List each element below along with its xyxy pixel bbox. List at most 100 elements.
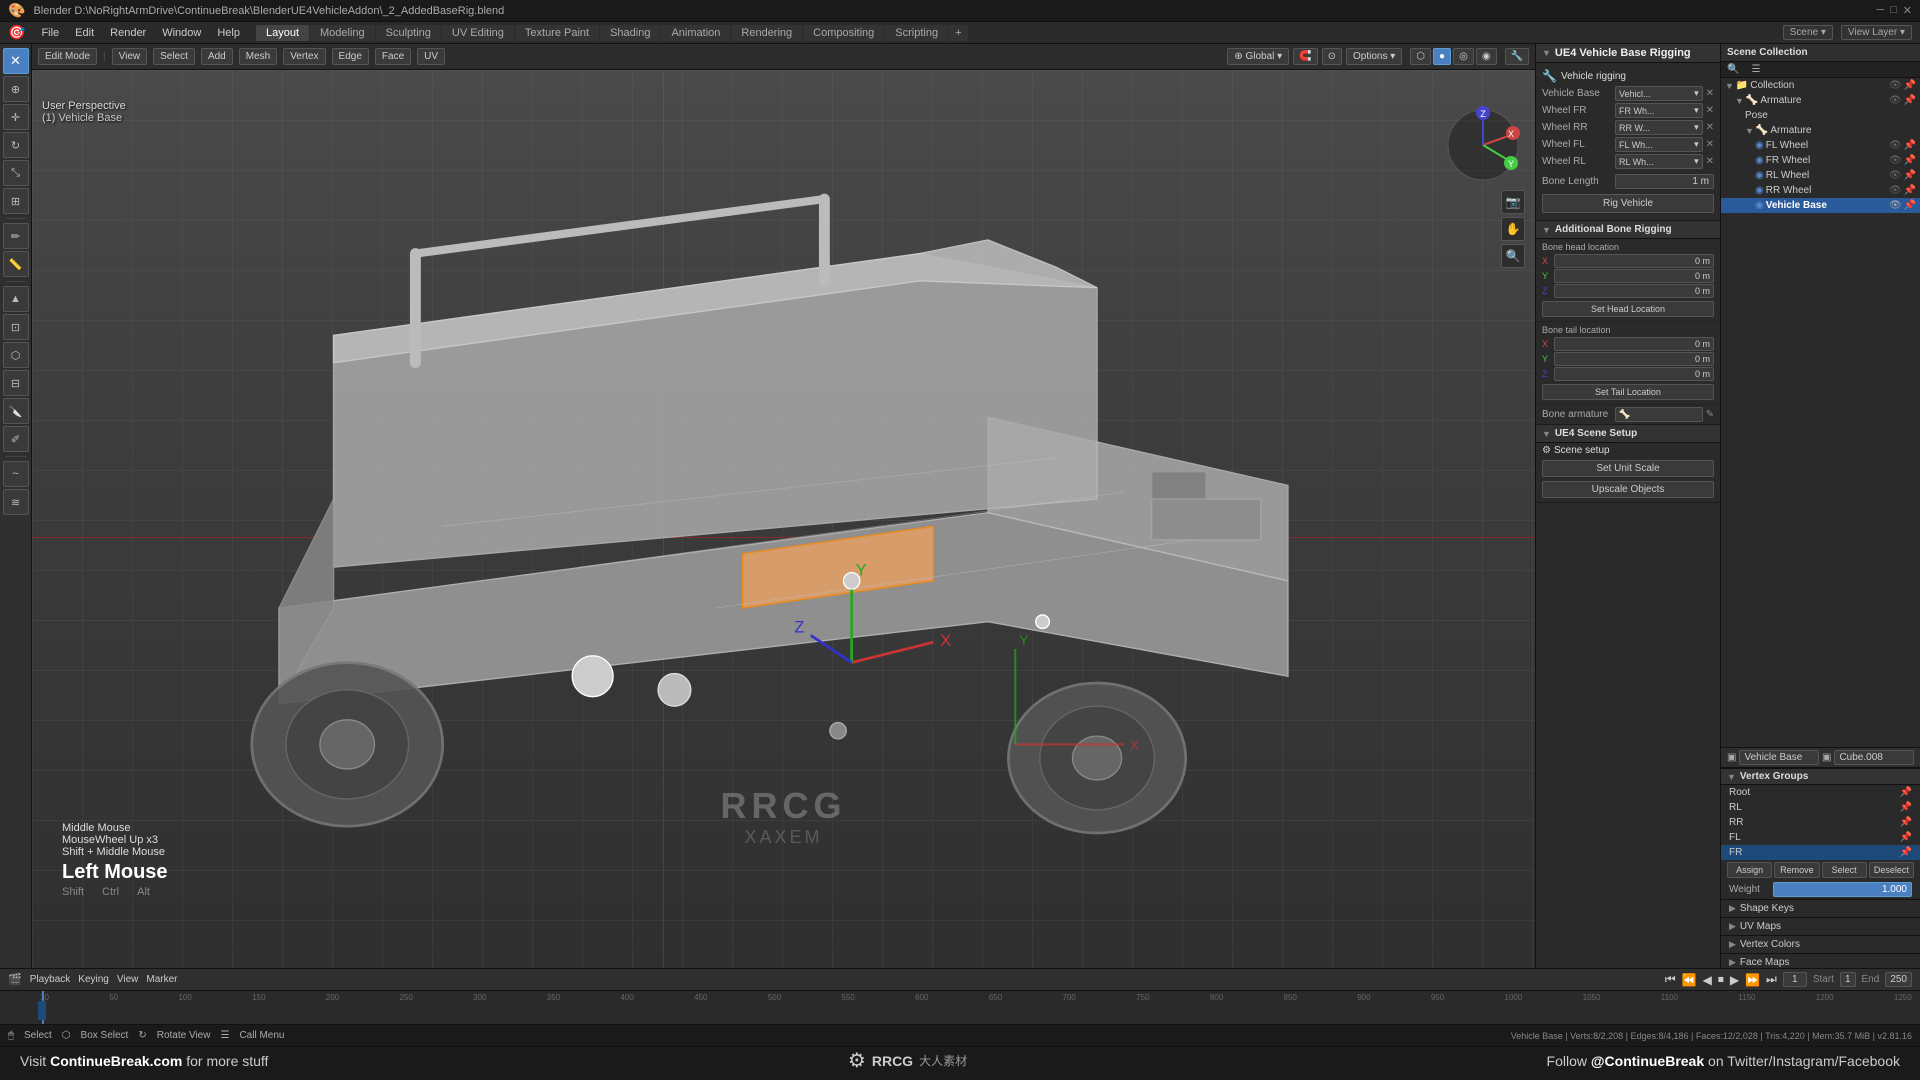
- wheel-rr-close[interactable]: ✕: [1706, 122, 1714, 133]
- viewport-add-btn[interactable]: Add: [201, 48, 233, 65]
- options-btn[interactable]: Options ▾: [1346, 48, 1402, 65]
- tree-item-vehicle-base[interactable]: ◉ Vehicle Base 👁 📌: [1721, 198, 1920, 213]
- playback-btn[interactable]: Playback: [30, 974, 71, 985]
- tree-item-fl-wheel[interactable]: ◉ FL Wheel 👁 📌: [1721, 138, 1920, 153]
- blender-logo[interactable]: 🎯: [0, 24, 33, 41]
- viewport-vertex-btn[interactable]: Vertex: [283, 48, 325, 65]
- tab-modeling[interactable]: Modeling: [310, 25, 375, 41]
- snap-btn[interactable]: 🧲: [1293, 48, 1317, 65]
- zoom-btn[interactable]: 🔍: [1501, 244, 1525, 268]
- rl-wheel-eye[interactable]: 👁: [1889, 170, 1902, 181]
- vg-assign-btn[interactable]: Assign: [1727, 862, 1772, 878]
- tail-y-value[interactable]: 0 m: [1554, 352, 1714, 366]
- ue4-scene-setup-header[interactable]: ▼ UE4 Scene Setup: [1536, 425, 1720, 443]
- head-x-value[interactable]: 0 m: [1554, 254, 1714, 268]
- marker-btn[interactable]: Marker: [146, 974, 177, 985]
- plugin-panel-header[interactable]: ▼ UE4 Vehicle Base Rigging: [1536, 44, 1720, 63]
- shape-keys-section[interactable]: ▶ Shape Keys: [1721, 899, 1920, 917]
- tab-layout[interactable]: Layout: [256, 25, 309, 41]
- play-back-btn[interactable]: ◀: [1703, 973, 1712, 987]
- set-head-location-button[interactable]: Set Head Location: [1542, 301, 1714, 317]
- wheel-rl-close[interactable]: ✕: [1706, 156, 1714, 167]
- vg-item-rr[interactable]: RR 📌: [1721, 815, 1920, 830]
- armature-pin-icon[interactable]: 📌: [1904, 95, 1916, 106]
- tab-rendering[interactable]: Rendering: [731, 25, 802, 41]
- scene-selector[interactable]: Scene ▾: [1783, 25, 1833, 40]
- view-layer-selector[interactable]: View Layer ▾: [1841, 25, 1912, 40]
- vg-root-pin[interactable]: 📌: [1900, 787, 1912, 798]
- fl-wheel-pin[interactable]: 📌: [1904, 140, 1916, 151]
- tail-z-value[interactable]: 0 m: [1554, 367, 1714, 381]
- vehicle-base-pin[interactable]: 📌: [1904, 200, 1916, 211]
- shading-material-btn[interactable]: ◎: [1453, 48, 1474, 65]
- current-frame[interactable]: 1: [1783, 972, 1807, 987]
- tree-item-armature[interactable]: ▼ 🦴 Armature 👁 📌: [1721, 93, 1920, 108]
- vehicle-base-eye[interactable]: 👁: [1889, 200, 1902, 211]
- maximize-btn[interactable]: □: [1890, 4, 1897, 17]
- uv-maps-section[interactable]: ▶ UV Maps: [1721, 917, 1920, 935]
- vg-rl-pin[interactable]: 📌: [1900, 802, 1912, 813]
- set-tail-location-button[interactable]: Set Tail Location: [1542, 384, 1714, 400]
- timeline-view-btn[interactable]: View: [117, 974, 139, 985]
- bone-armature-edit[interactable]: ✎: [1706, 409, 1714, 420]
- tab-texture-paint[interactable]: Texture Paint: [515, 25, 599, 41]
- tab-uv-editing[interactable]: UV Editing: [442, 25, 514, 41]
- viewport-view-btn[interactable]: View: [112, 48, 148, 65]
- tab-compositing[interactable]: Compositing: [803, 25, 884, 41]
- object-name-display[interactable]: Vehicle Base: [1739, 750, 1819, 765]
- vg-item-rl[interactable]: RL 📌: [1721, 800, 1920, 815]
- close-btn[interactable]: ✕: [1903, 4, 1912, 17]
- step-back-btn[interactable]: ⏪: [1682, 973, 1697, 987]
- vertex-groups-header[interactable]: ▼ Vertex Groups: [1721, 769, 1920, 785]
- tree-item-pose[interactable]: Pose: [1721, 108, 1920, 123]
- vg-fl-pin[interactable]: 📌: [1900, 832, 1912, 843]
- fr-wheel-eye[interactable]: 👁: [1889, 155, 1902, 166]
- scene-filter-btn[interactable]: 🔍: [1721, 62, 1745, 77]
- tab-animation[interactable]: Animation: [661, 25, 730, 41]
- hand-btn[interactable]: ✋: [1501, 217, 1525, 241]
- rig-vehicle-button[interactable]: Rig Vehicle: [1542, 194, 1714, 213]
- global-orientation-btn[interactable]: ⊕ Global ▾: [1227, 48, 1289, 65]
- scene-options-btn[interactable]: ☰: [1745, 62, 1766, 77]
- minimize-btn[interactable]: ─: [1876, 4, 1884, 17]
- bone-armature-value[interactable]: 🦴: [1615, 407, 1703, 422]
- wheel-fr-close[interactable]: ✕: [1706, 105, 1714, 116]
- stop-btn[interactable]: ⏹: [1718, 972, 1724, 987]
- vg-item-fr[interactable]: FR 📌: [1721, 845, 1920, 860]
- smooth-tool-btn[interactable]: ~: [3, 461, 29, 487]
- viewport-face-btn[interactable]: Face: [375, 48, 411, 65]
- measure-tool-btn[interactable]: 📏: [3, 251, 29, 277]
- vg-select-btn[interactable]: Select: [1822, 862, 1867, 878]
- menu-file[interactable]: File: [33, 25, 67, 41]
- rl-wheel-pin[interactable]: 📌: [1904, 170, 1916, 181]
- additional-bone-header[interactable]: ▼ Additional Bone Rigging: [1536, 221, 1720, 239]
- tree-item-armature-sub[interactable]: ▼ 🦴 Armature: [1721, 123, 1920, 138]
- knife-tool-btn[interactable]: 🔪: [3, 398, 29, 424]
- tail-x-value[interactable]: 0 m: [1554, 337, 1714, 351]
- rotate-tool-btn[interactable]: ↻: [3, 132, 29, 158]
- collection-eye-icon[interactable]: 👁: [1889, 80, 1902, 91]
- vertex-colors-section[interactable]: ▶ Vertex Colors: [1721, 935, 1920, 953]
- bone-length-value[interactable]: 1 m: [1615, 174, 1714, 189]
- extrude-tool-btn[interactable]: ▲: [3, 286, 29, 312]
- viewport[interactable]: Edit Mode | View Select Add Mesh Vertex …: [32, 44, 1535, 968]
- head-y-value[interactable]: 0 m: [1554, 269, 1714, 283]
- shading-solid-btn[interactable]: ●: [1433, 48, 1451, 65]
- viewport-edge-btn[interactable]: Edge: [332, 48, 369, 65]
- start-value[interactable]: 1: [1840, 972, 1856, 987]
- rr-wheel-pin[interactable]: 📌: [1904, 185, 1916, 196]
- vg-deselect-btn[interactable]: Deselect: [1869, 862, 1914, 878]
- polypen-tool-btn[interactable]: ✐: [3, 426, 29, 452]
- vg-remove-btn[interactable]: Remove: [1774, 862, 1819, 878]
- nav-gizmo[interactable]: X Y Z: [1443, 105, 1523, 185]
- select-tool-btn[interactable]: ✕: [3, 48, 29, 74]
- cursor-tool-btn[interactable]: ⊕: [3, 76, 29, 102]
- mesh-name-display[interactable]: Cube.008: [1834, 750, 1914, 765]
- tree-item-collection[interactable]: ▼ 📁 Collection 👁 📌: [1721, 78, 1920, 93]
- vg-fr-pin[interactable]: 📌: [1900, 847, 1912, 858]
- transform-tool-btn[interactable]: ⊞: [3, 188, 29, 214]
- wheel-rl-dropdown[interactable]: RL Wh...▾: [1615, 154, 1703, 169]
- tab-scripting[interactable]: Scripting: [885, 25, 948, 41]
- bevel-tool-btn[interactable]: ⬡: [3, 342, 29, 368]
- wheel-rr-dropdown[interactable]: RR W...▾: [1615, 120, 1703, 135]
